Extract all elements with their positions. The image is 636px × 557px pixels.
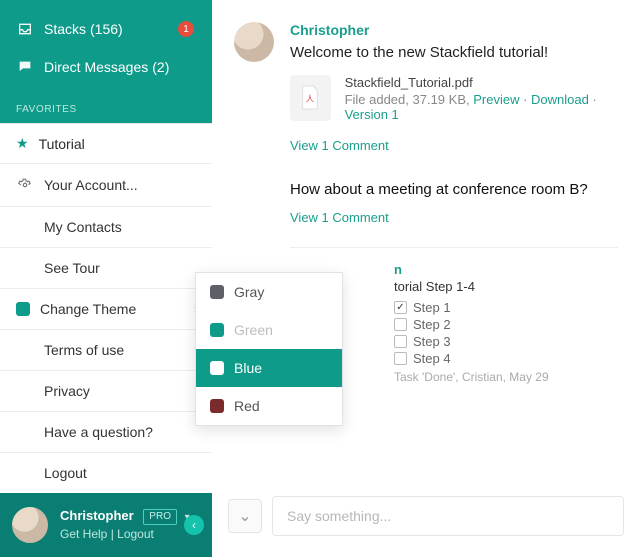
post-meeting: How about a meeting at conference room B… (290, 181, 618, 227)
task-card: n torial Step 1-4 Step 1 Step 2 Step 3 S… (394, 262, 618, 384)
footer-logout-link[interactable]: Logout (117, 527, 154, 541)
task-meta: Task 'Done', Cristian, May 29 (394, 370, 618, 384)
theme-option-green[interactable]: Green (196, 311, 342, 349)
composer-input[interactable] (272, 496, 624, 536)
nav-stacks-count: (156) (90, 21, 123, 37)
post-author-name[interactable]: Christopher (290, 22, 618, 38)
inbox-icon (16, 20, 34, 38)
account-menu: Your Account... My Contacts See Tour Cha… (0, 163, 212, 493)
composer: ⌄ (228, 496, 624, 536)
checkbox-icon (394, 352, 407, 365)
notification-badge: 1 (178, 21, 194, 37)
task-author-fragment: n (394, 262, 618, 277)
post-message: Welcome to the new Stackfield tutorial! (290, 44, 618, 61)
sidebar: Stacks (156) 1 Direct Messages (2) FAVOR… (0, 0, 212, 550)
post-welcome: Christopher Welcome to the new Stackfiel… (234, 22, 618, 153)
gear-icon (16, 176, 34, 194)
menu-account-label: Your Account... (44, 177, 138, 193)
nav-direct-messages[interactable]: Direct Messages (2) (0, 48, 212, 86)
file-download-link[interactable]: Download (531, 92, 589, 107)
file-name: Stackfield_Tutorial.pdf (345, 75, 618, 90)
checkbox-icon (394, 318, 407, 331)
footer-username: Christopher (60, 508, 134, 524)
nav-dm-label: Direct Messages (44, 59, 148, 75)
checkbox-checked-icon (394, 301, 407, 314)
swatch-blue (210, 361, 224, 375)
post2-message: How about a meeting at conference room B… (290, 181, 618, 198)
favorite-tutorial[interactable]: ★ Tutorial (0, 123, 212, 163)
file-attachment: 人 Stackfield_Tutorial.pdf File added, 37… (290, 75, 618, 122)
file-preview-link[interactable]: Preview (473, 92, 519, 107)
menu-question[interactable]: Have a question? (0, 411, 212, 452)
pro-badge: PRO (143, 509, 177, 525)
task-step-4[interactable]: Step 4 (394, 351, 618, 366)
menu-my-contacts[interactable]: My Contacts (0, 206, 212, 247)
theme-option-red[interactable]: Red (196, 387, 342, 425)
user-avatar[interactable] (10, 505, 50, 545)
view-comment-link-1[interactable]: View 1 Comment (290, 138, 389, 153)
theme-swatch-icon (16, 302, 30, 316)
swatch-red (210, 399, 224, 413)
favorite-label: Tutorial (39, 136, 85, 152)
view-comment-link-2[interactable]: View 1 Comment (290, 210, 389, 225)
menu-logout[interactable]: Logout (0, 452, 212, 493)
chevron-down-icon: ⌄ (238, 506, 251, 526)
file-version-link[interactable]: Version 1 (345, 107, 399, 122)
footer-action-button[interactable]: ‹ (184, 515, 204, 535)
theme-submenu: Gray Green Blue Red (195, 272, 343, 426)
checkbox-icon (394, 335, 407, 348)
menu-your-account[interactable]: Your Account... (0, 163, 212, 206)
star-icon: ★ (16, 135, 29, 152)
nav-stacks[interactable]: Stacks (156) 1 (0, 10, 212, 48)
menu-change-theme[interactable]: Change Theme › (0, 288, 212, 329)
task-step-1[interactable]: Step 1 (394, 300, 618, 315)
pdf-icon[interactable]: 人 (290, 75, 331, 121)
menu-privacy[interactable]: Privacy (0, 370, 212, 411)
favorites-header: FAVORITES (0, 90, 212, 123)
sidebar-footer: Christopher PRO ▾ Get Help | Logout ‹ (0, 493, 212, 557)
theme-option-blue[interactable]: Blue (196, 349, 342, 387)
menu-terms[interactable]: Terms of use (0, 329, 212, 370)
svg-text:人: 人 (306, 95, 314, 104)
footer-help-link[interactable]: Get Help (60, 527, 107, 541)
task-step-3[interactable]: Step 3 (394, 334, 618, 349)
menu-see-tour[interactable]: See Tour (0, 247, 212, 288)
menu-theme-label: Change Theme (40, 301, 136, 317)
divider (290, 247, 618, 248)
composer-expand-button[interactable]: ⌄ (228, 499, 262, 533)
post-author-avatar[interactable] (234, 22, 274, 62)
task-title: torial Step 1-4 (394, 279, 618, 294)
swatch-gray (210, 285, 224, 299)
file-details: File added, 37.19 KB, Preview · Download… (345, 92, 618, 122)
swatch-green (210, 323, 224, 337)
nav-dm-count: (2) (152, 59, 169, 75)
task-step-2[interactable]: Step 2 (394, 317, 618, 332)
theme-option-gray[interactable]: Gray (196, 273, 342, 311)
chat-icon (16, 58, 34, 76)
nav-stacks-label: Stacks (44, 21, 86, 37)
